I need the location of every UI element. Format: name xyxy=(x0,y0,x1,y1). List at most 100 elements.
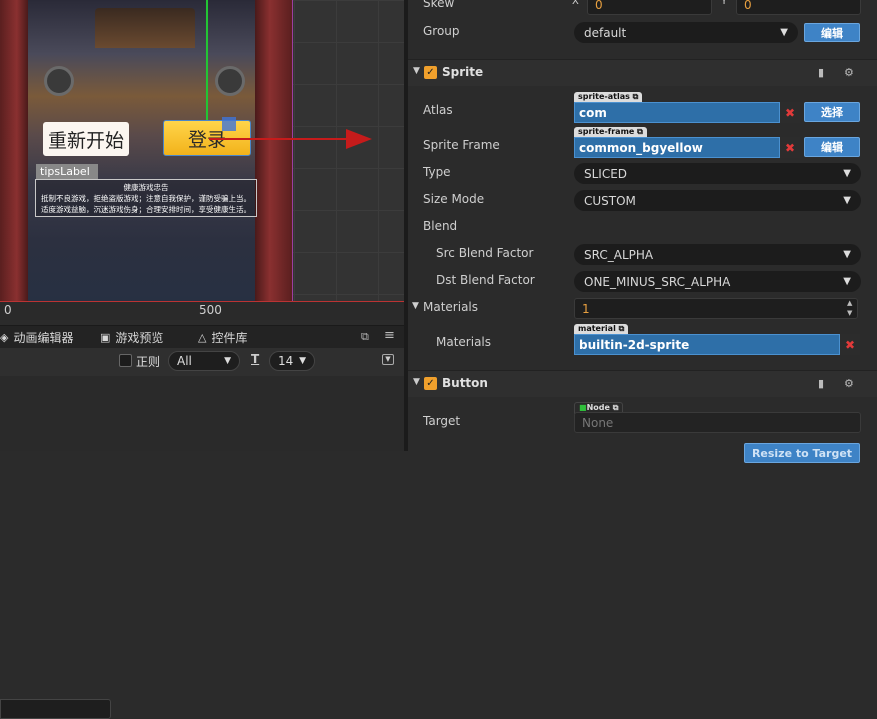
atlas-type-tag-text: sprite-atlas xyxy=(578,92,630,101)
tab-label: 动画编辑器 xyxy=(13,331,74,345)
menu-icon[interactable]: ≡ xyxy=(384,328,395,343)
button-section-header[interactable]: ▼ ✓ Button ▮ ⚙ xyxy=(408,370,877,397)
stepper-icon[interactable]: ▲ ▼ xyxy=(847,298,852,318)
regex-checkbox[interactable] xyxy=(119,354,132,367)
size-mode-value: CUSTOM xyxy=(584,193,636,208)
collapse-triangle-icon[interactable]: ▼ xyxy=(413,377,420,387)
console-body xyxy=(0,376,404,451)
sprite-frame-clear-icon[interactable]: ✖ xyxy=(780,137,800,158)
dst-blend-label: Dst Blend Factor xyxy=(436,273,535,287)
tips-line-1: 抵制不良游戏，拒绝盗版游戏；注意自我保护，谨防受骗上当。 xyxy=(41,194,251,203)
canvas-border-right xyxy=(292,0,293,301)
sprite-enabled-checkbox[interactable]: ✓ xyxy=(424,66,437,79)
help-book-icon[interactable]: ▮ xyxy=(818,66,824,79)
font-size-select[interactable]: 14 ▼ xyxy=(269,351,315,371)
chevron-down-icon: ▼ xyxy=(843,276,851,287)
atlas-asset-field[interactable]: com xyxy=(574,102,780,123)
tab-label: 控件库 xyxy=(211,331,248,345)
tab-label: 游戏预览 xyxy=(115,331,164,345)
target-node-field[interactable]: None xyxy=(574,412,861,433)
button-enabled-checkbox[interactable]: ✓ xyxy=(424,377,437,390)
ruler-tick-0: 0 xyxy=(4,303,12,317)
node-type-tag-text: Node xyxy=(586,403,610,412)
font-size-value: 14 xyxy=(278,354,294,368)
collapse-triangle-icon[interactable]: ▼ xyxy=(413,66,420,76)
horizontal-ruler: 0 500 xyxy=(0,301,404,320)
x-axis-gizmo[interactable] xyxy=(209,138,349,140)
target-placeholder: None xyxy=(582,415,614,430)
type-label: Type xyxy=(423,165,451,179)
sprite-section-title: Sprite xyxy=(442,65,484,79)
resize-to-target-button[interactable]: Resize to Target xyxy=(744,443,860,463)
skew-y-value: 0 xyxy=(744,0,752,12)
blend-label: Blend xyxy=(423,219,458,233)
group-select[interactable]: default ▼ xyxy=(574,22,798,43)
dst-blend-select[interactable]: ONE_MINUS_SRC_ALPHA ▼ xyxy=(574,271,861,292)
type-select[interactable]: SLICED ▼ xyxy=(574,163,861,184)
materials-count-value: 1 xyxy=(582,301,590,316)
tab-widget-library[interactable]: △ 控件库 xyxy=(198,329,247,346)
sprite-frame-value: common_bgyellow xyxy=(579,140,703,155)
materials-item-label: Materials xyxy=(436,335,492,349)
sprite-frame-edit-button[interactable]: 编辑 xyxy=(804,137,860,157)
preview-icon: ▣ xyxy=(100,331,111,344)
materials-count-label: Materials xyxy=(423,300,479,314)
palace-image xyxy=(95,8,195,48)
door-right xyxy=(255,0,292,301)
font-size-icon: T xyxy=(251,352,260,366)
material-type-tag-text: material xyxy=(578,324,616,333)
material-asset-field[interactable]: builtin-2d-sprite xyxy=(574,334,840,355)
sprite-frame-type-tag-text: sprite-frame xyxy=(578,127,635,136)
atlas-clear-icon[interactable]: ✖ xyxy=(780,102,800,123)
collapse-icon[interactable]: ▼ xyxy=(382,354,394,365)
tab-game-preview[interactable]: ▣ 游戏预览 xyxy=(100,329,163,346)
src-blend-select[interactable]: SRC_ALPHA ▼ xyxy=(574,244,861,265)
group-label: Group xyxy=(423,24,460,38)
ruler-baseline xyxy=(0,301,404,302)
tips-line-2: 适度游戏益脑，沉迷游戏伤身；合理安排时间，享受健康生活。 xyxy=(41,205,251,214)
inspector-panel: Skew X 0 Y 0 Group default ▼ 编辑 ▼ ✓ Spri… xyxy=(408,0,877,463)
type-value: SLICED xyxy=(584,166,628,181)
popout-icon[interactable]: ⧉ xyxy=(361,330,369,344)
atlas-select-button[interactable]: 选择 xyxy=(804,102,860,122)
selection-handle[interactable] xyxy=(222,117,236,131)
log-filter-select[interactable]: All ▼ xyxy=(168,351,240,371)
tips-title: 健康游戏忠告 xyxy=(123,183,169,192)
node-square-icon: ■ xyxy=(579,403,587,412)
tab-animation-editor[interactable]: ◈ 动画编辑器 xyxy=(0,329,73,346)
gear-icon[interactable]: ⚙ xyxy=(844,377,854,390)
materials-count-input[interactable]: 1 xyxy=(574,298,858,319)
sprite-frame-label: Sprite Frame xyxy=(423,138,500,152)
tips-label-box[interactable]: 健康游戏忠告 抵制不良游戏，拒绝盗版游戏；注意自我保护，谨防受骗上当。 适度游戏… xyxy=(35,179,257,217)
sprite-frame-asset-field[interactable]: common_bgyellow xyxy=(574,137,780,158)
size-mode-label: Size Mode xyxy=(423,192,485,206)
button-section-title: Button xyxy=(442,376,488,390)
skew-y-input[interactable]: 0 xyxy=(736,0,861,15)
chevron-down-icon: ▼ xyxy=(224,356,231,366)
door-left xyxy=(0,0,28,301)
regex-label: 正则 xyxy=(136,355,161,369)
scene-view[interactable]: 重新开始 登录 tipsLabel 健康游戏忠告 抵制不良游戏，拒绝盗版游戏；注… xyxy=(0,0,404,320)
door-knocker-left xyxy=(44,66,74,96)
skew-x-input[interactable]: 0 xyxy=(587,0,712,15)
src-blend-value: SRC_ALPHA xyxy=(584,247,654,262)
gear-icon[interactable]: ⚙ xyxy=(844,66,854,79)
sprite-section-header[interactable]: ▼ ✓ Sprite ▮ ⚙ xyxy=(408,59,877,86)
chevron-down-icon: ▼ xyxy=(843,168,851,179)
widget-library-icon: △ xyxy=(198,331,207,344)
size-mode-select[interactable]: CUSTOM ▼ xyxy=(574,190,861,211)
x-axis-arrow-icon[interactable] xyxy=(346,129,372,149)
chevron-down-icon: ▼ xyxy=(299,356,306,366)
chevron-down-icon: ▼ xyxy=(843,249,851,260)
material-clear-icon[interactable]: ✖ xyxy=(840,334,860,355)
help-book-icon[interactable]: ▮ xyxy=(818,377,824,390)
restart-button[interactable]: 重新开始 xyxy=(43,122,129,156)
dst-blend-value: ONE_MINUS_SRC_ALPHA xyxy=(584,274,731,289)
tips-label-tag: tipsLabel xyxy=(36,164,98,179)
search-input[interactable] xyxy=(0,699,111,719)
atlas-label: Atlas xyxy=(423,103,453,117)
materials-expand-icon[interactable]: ▼ xyxy=(412,301,419,311)
animation-icon: ◈ xyxy=(0,331,9,344)
group-edit-button[interactable]: 编辑 xyxy=(804,23,860,42)
material-type-tag: material ⧉ xyxy=(574,324,629,334)
